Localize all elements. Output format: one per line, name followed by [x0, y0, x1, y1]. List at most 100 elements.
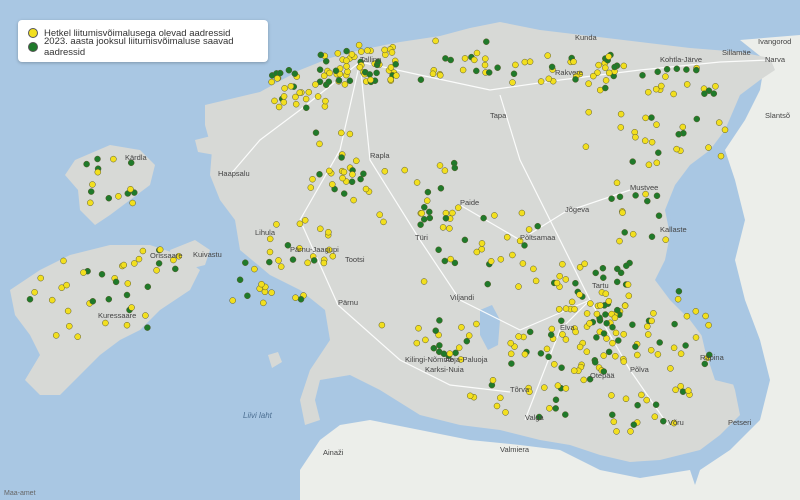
address-point-current [413, 339, 421, 347]
address-point-2023 [591, 359, 599, 366]
address-point-2023 [654, 68, 661, 76]
address-point-current [677, 350, 685, 357]
address-point-current [570, 58, 577, 65]
address-point-current [449, 209, 456, 217]
place-label-12: Pärnu-Jaagupi [290, 245, 339, 254]
address-point-2023 [508, 360, 515, 367]
address-point-current [350, 196, 357, 204]
address-point-2023 [332, 67, 340, 75]
address-point-2023 [552, 405, 559, 412]
address-point-2023 [605, 348, 613, 356]
address-point-current [647, 346, 655, 354]
place-label-33: Orissaare [150, 251, 183, 260]
address-point-current [593, 310, 601, 318]
address-point-current [611, 314, 619, 322]
address-point-current [545, 75, 553, 83]
address-point-current [620, 358, 628, 365]
address-point-2023 [671, 320, 678, 328]
address-point-current [627, 428, 634, 435]
address-point-2023 [616, 193, 624, 201]
address-point-current [612, 329, 620, 337]
address-point-current [702, 312, 709, 320]
address-point-current [644, 323, 651, 330]
address-point-current [458, 324, 465, 331]
address-point-2023 [600, 330, 608, 337]
address-point-2023 [417, 76, 425, 83]
address-point-2023 [266, 258, 273, 266]
address-point-current [622, 395, 630, 403]
address-point-current [258, 280, 265, 288]
address-point-2023 [592, 269, 599, 277]
place-label-3: Sillamäe [722, 48, 751, 57]
address-point-current [473, 248, 481, 256]
address-point-2023 [673, 65, 681, 73]
address-point-current [509, 79, 516, 86]
address-point-current [605, 69, 613, 77]
address-point-current [376, 211, 383, 218]
address-point-2023 [435, 246, 442, 254]
address-point-current [582, 143, 590, 150]
address-point-current [309, 175, 316, 183]
address-point-current [487, 258, 495, 265]
address-point-2023 [317, 51, 325, 59]
address-point-current [555, 306, 563, 313]
address-point-current [518, 209, 526, 217]
address-point-2023 [547, 331, 555, 339]
address-point-current [619, 209, 626, 216]
address-point-2023 [112, 278, 120, 286]
address-point-current [48, 296, 56, 304]
address-point-current [521, 351, 529, 358]
address-point-current [74, 333, 81, 340]
place-label-29: Karksi-Nuia [425, 365, 465, 374]
address-point-2023 [155, 260, 163, 267]
address-point-current [653, 159, 661, 167]
address-point-current [548, 325, 556, 333]
address-point-current [329, 252, 337, 260]
address-point-2023 [701, 90, 708, 97]
address-point-current [89, 181, 96, 188]
address-point-2023 [338, 154, 345, 161]
address-point-2023 [461, 236, 469, 244]
address-point-current [420, 278, 428, 285]
map-view[interactable]: Tallinn Kunda Narva Sillamäe Kohtla-Järve Rak… [0, 0, 800, 500]
address-point-current [595, 61, 602, 69]
address-point-2023 [683, 66, 690, 73]
address-point-2023 [285, 66, 293, 74]
address-point-2023 [521, 242, 528, 249]
place-label-34: Kuivastu [193, 250, 222, 259]
address-point-current [367, 76, 374, 84]
address-point-current [621, 302, 629, 309]
address-point-2023 [417, 221, 424, 228]
address-point-2023 [473, 67, 480, 75]
address-point-current [418, 210, 425, 217]
address-point-2023 [316, 66, 324, 73]
address-point-current [422, 336, 429, 344]
address-point-current [617, 124, 625, 131]
address-point-2023 [343, 47, 350, 55]
map-legend: Hetkel liitumisvõimalusega olevad aadres… [18, 20, 268, 62]
address-point-2023 [437, 185, 445, 192]
address-point-current [296, 89, 303, 96]
address-point-2023 [123, 291, 131, 299]
address-point-2023 [426, 208, 433, 216]
address-point-2023 [441, 257, 449, 265]
address-point-current [705, 144, 712, 151]
address-point-2023 [236, 276, 244, 284]
address-point-current [380, 218, 387, 226]
address-point-current [642, 190, 649, 198]
address-point-current [339, 174, 346, 182]
address-point-2023 [537, 350, 545, 357]
address-point-2023 [611, 63, 618, 71]
address-point-current [568, 298, 576, 306]
address-point-current [670, 344, 678, 352]
address-point-current [554, 382, 562, 389]
address-point-current [110, 155, 117, 163]
address-point-current [625, 292, 633, 300]
address-point-current [305, 88, 313, 96]
address-point-current [692, 308, 700, 315]
address-point-2023 [442, 215, 450, 222]
address-point-current [482, 55, 489, 62]
address-point-2023 [494, 64, 501, 71]
address-point-2023 [621, 229, 628, 236]
address-point-current [280, 93, 288, 100]
